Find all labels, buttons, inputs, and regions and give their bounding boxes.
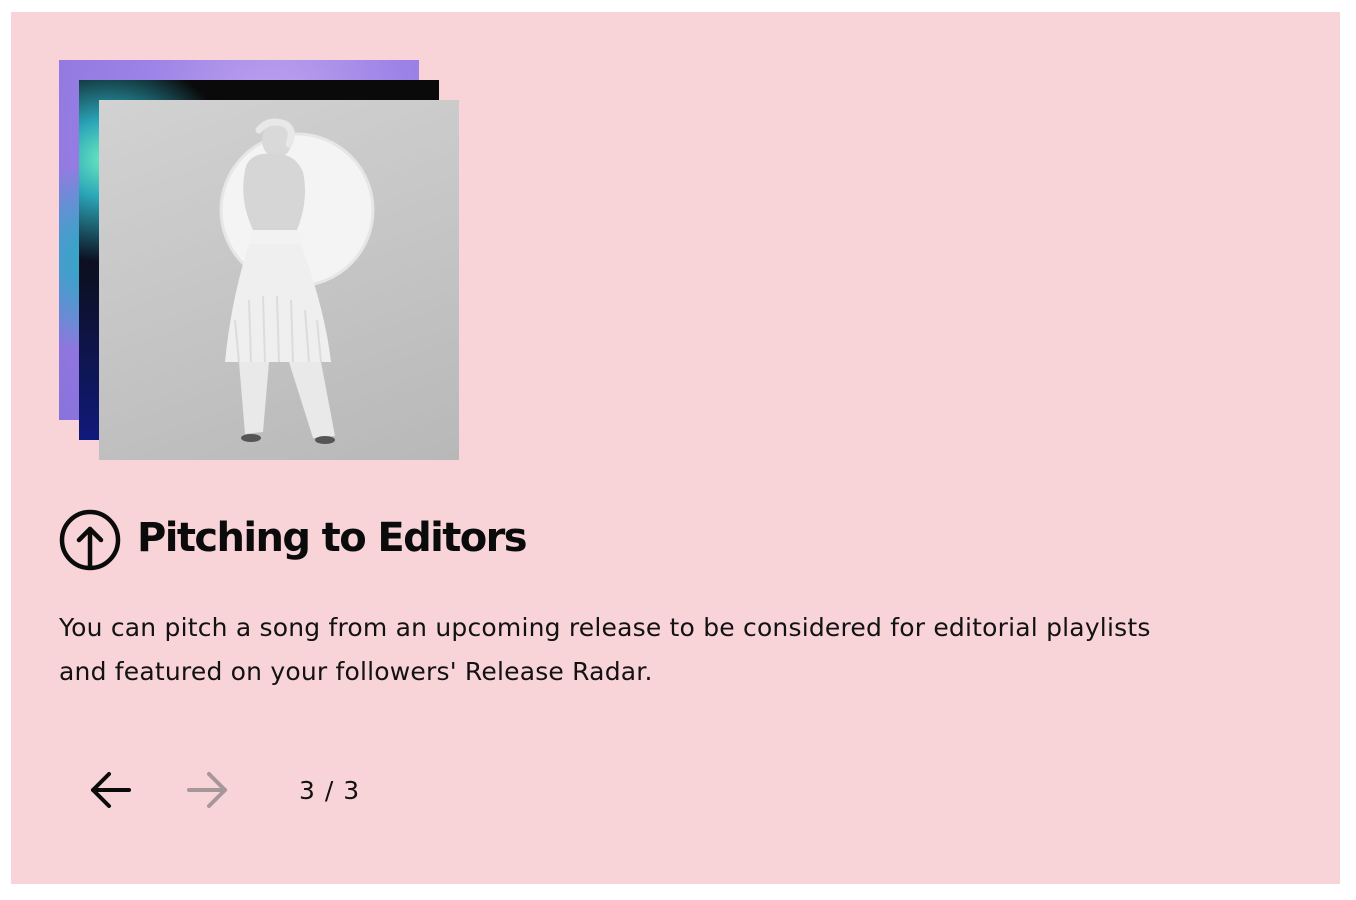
page-counter: 3 / 3 xyxy=(299,775,361,805)
next-button[interactable] xyxy=(179,762,235,818)
description-line-1: You can pitch a song from an upcoming re… xyxy=(59,613,1151,642)
arrow-right-icon xyxy=(187,772,227,808)
card-description: You can pitch a song from an upcoming re… xyxy=(59,606,1309,694)
title-row: Pitching to Editors xyxy=(59,508,528,572)
arrow-up-circle-icon xyxy=(59,509,121,571)
pager: 3 / 3 xyxy=(83,762,360,818)
description-line-2: and featured on your followers' Release … xyxy=(59,657,653,686)
promo-card: Pitching to Editors You can pitch a song… xyxy=(11,12,1340,884)
album-art-stack xyxy=(59,60,459,460)
previous-button[interactable] xyxy=(83,762,139,818)
arrow-left-icon xyxy=(91,772,131,808)
album-cover-white-figure xyxy=(99,100,459,460)
card-title: Pitching to Editors xyxy=(137,515,528,561)
